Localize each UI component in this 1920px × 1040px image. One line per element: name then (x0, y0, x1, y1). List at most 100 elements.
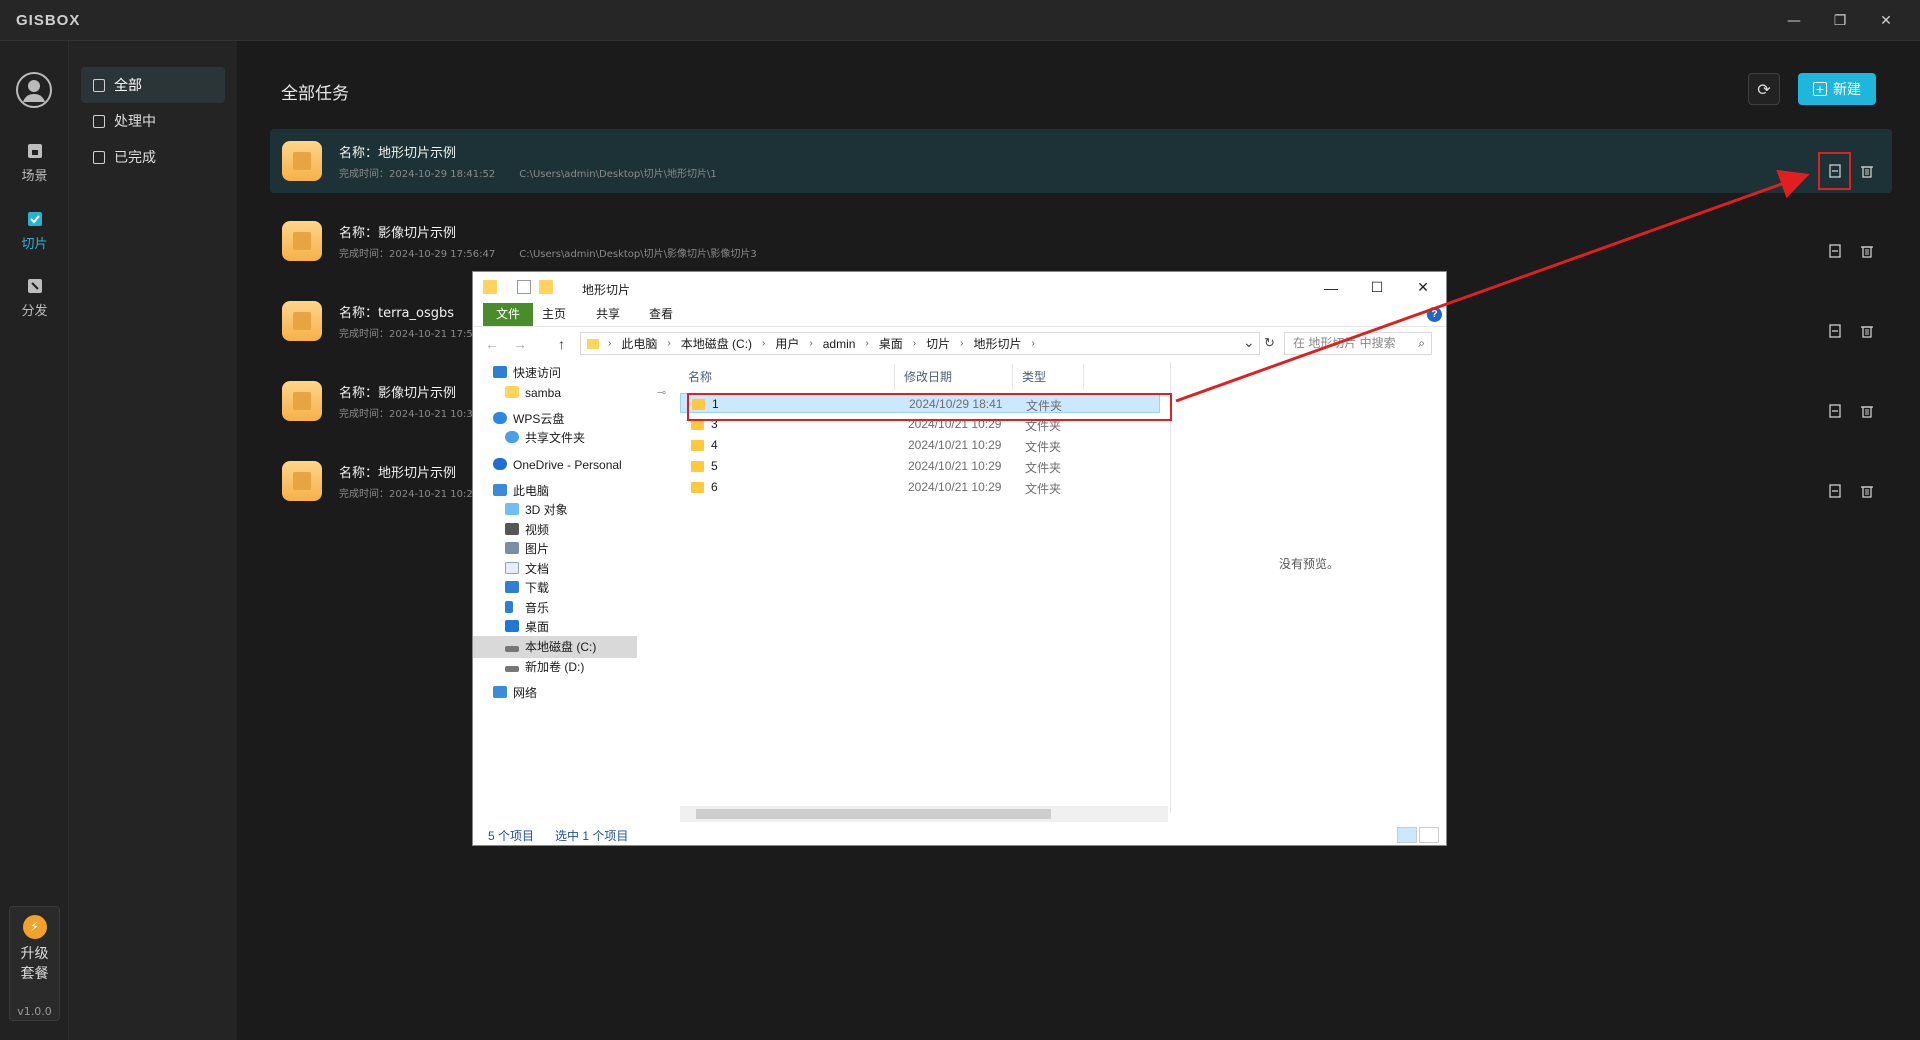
breadcrumb-item[interactable]: 地形切片 (973, 335, 1021, 352)
details-view-icon[interactable] (1397, 827, 1417, 843)
explorer-close-button[interactable]: ✕ (1400, 272, 1446, 303)
rail-label: 场景 (21, 169, 48, 184)
file-row[interactable]: 4 2024/10/21 10:29 文件夹 (680, 435, 1160, 455)
refresh-icon[interactable]: ↻ (1264, 335, 1275, 351)
column-header-name[interactable]: 名称 (680, 364, 895, 390)
file-check-icon (93, 150, 105, 164)
tab-home[interactable]: 主页 (532, 303, 576, 326)
model-thumb-icon (282, 301, 322, 341)
icon-rail: 场景 切片 分发 ⚡ 升级 套餐 v1.0.0 (0, 41, 69, 1040)
properties-icon[interactable] (517, 280, 531, 294)
delete-icon[interactable] (1859, 483, 1875, 499)
task-name: 名称：影像切片示例 (339, 386, 457, 401)
onedrive-icon (493, 458, 507, 470)
refresh-button[interactable]: ⟳ (1748, 73, 1780, 105)
nav-local-disk-c[interactable]: 本地磁盘 (C:) (473, 636, 637, 658)
video-icon (505, 523, 519, 535)
rail-item-distribute[interactable]: 分发 (0, 276, 69, 319)
category-nav: 全部 处理中 已完成 (69, 41, 237, 1040)
column-header-type[interactable]: 类型 (1014, 364, 1084, 390)
music-icon (505, 601, 513, 613)
scene-icon (27, 144, 42, 158)
breadcrumb-item[interactable]: 本地磁盘 (C:) (681, 335, 752, 352)
computer-icon (493, 484, 507, 496)
rail-item-scene[interactable]: 场景 (0, 141, 69, 184)
imagery-thumb-icon (282, 221, 322, 261)
breadcrumb-item[interactable]: 切片 (926, 335, 950, 352)
up-icon[interactable]: ↑ (558, 336, 565, 352)
file-icon (93, 114, 105, 128)
file-row[interactable]: 5 2024/10/21 10:29 文件夹 (680, 456, 1160, 476)
open-folder-icon[interactable] (1827, 483, 1843, 499)
chevron-right-icon: › (1031, 338, 1035, 349)
restore-button[interactable]: ❐ (1817, 0, 1863, 41)
tab-share[interactable]: 共享 (586, 303, 630, 326)
open-folder-icon[interactable] (1827, 323, 1843, 339)
status-item-count: 5 个项目 (488, 829, 535, 843)
open-folder-icon[interactable] (1827, 243, 1843, 259)
search-placeholder: 在 地形切片 中搜索 (1293, 336, 1396, 350)
task-path: C:\Users\admin\Desktop\切片\影像切片\影像切片3 (519, 249, 757, 260)
breadcrumb-item[interactable]: admin (823, 337, 856, 351)
annotation-highlight-box (687, 393, 1172, 421)
upgrade-plan-button[interactable]: ⚡ 升级 套餐 (9, 906, 60, 1021)
forward-icon[interactable]: → (513, 336, 527, 352)
nav-onedrive[interactable]: OneDrive - Personal (493, 454, 622, 476)
breadcrumb-item[interactable]: 此电脑 (621, 335, 657, 352)
tab-view[interactable]: 查看 (639, 303, 683, 326)
nav-downloads[interactable]: 下载 (505, 577, 549, 599)
avatar[interactable] (16, 72, 52, 108)
close-button[interactable]: ✕ (1863, 0, 1909, 41)
delete-icon[interactable] (1859, 403, 1875, 419)
category-processing[interactable]: 处理中 (81, 103, 225, 139)
delete-icon[interactable] (1859, 323, 1875, 339)
task-name: 名称：地形切片示例 (339, 146, 457, 161)
task-row[interactable]: 名称：地形切片示例 完成时间：2024-10-29 18:41:52 C:\Use… (270, 129, 1892, 193)
nav-new-volume-d[interactable]: 新加卷 (D:) (505, 656, 584, 678)
explorer-minimize-button[interactable]: — (1308, 272, 1354, 303)
large-icons-view-icon[interactable] (1419, 827, 1439, 843)
tab-file[interactable]: 文件 (483, 303, 534, 326)
open-folder-icon[interactable] (1827, 403, 1843, 419)
column-header-date[interactable]: 修改日期 (896, 364, 1013, 390)
breadcrumb-item[interactable]: 用户 (775, 335, 799, 352)
search-input[interactable]: 在 地形切片 中搜索 ⌕ (1284, 332, 1432, 355)
nav-pictures[interactable]: 图片 (505, 538, 549, 560)
task-name: 名称：terra_osgbs (339, 306, 455, 321)
nav-network[interactable]: 网络 (493, 682, 537, 704)
task-row[interactable]: 名称：影像切片示例 完成时间：2024-10-29 17:56:47 C:\Use… (270, 209, 1892, 273)
new-button-label: 新建 (1833, 82, 1861, 98)
help-icon[interactable]: ? (1427, 307, 1442, 322)
breadcrumb[interactable]: › 此电脑 › 本地磁盘 (C:) › 用户 › admin › 桌面 › 切片… (580, 332, 1260, 355)
task-name: 名称：地形切片示例 (339, 466, 457, 481)
delete-icon[interactable] (1859, 243, 1875, 259)
rail-item-tile[interactable]: 切片 (0, 209, 69, 252)
horizontal-scrollbar[interactable] (680, 806, 1168, 822)
breadcrumb-item[interactable]: 桌面 (879, 335, 903, 352)
delete-icon[interactable] (1859, 163, 1875, 179)
scrollbar-thumb[interactable] (696, 809, 1051, 819)
status-selected-count: 选中 1 个项目 (555, 829, 629, 843)
nav-3d-objects[interactable]: 3D 对象 (505, 499, 568, 521)
file-row[interactable]: 6 2024/10/21 10:29 文件夹 (680, 477, 1160, 497)
download-icon (505, 581, 519, 593)
file-explorer-window: 地形切片 — ☐ ✕ 文件 主页 共享 查看 ? ← → ↑ › 此电脑 › 本… (473, 272, 1446, 845)
upgrade-label-2: 套餐 (20, 966, 49, 982)
nav-quick-access[interactable]: 快速访问 (493, 362, 561, 384)
new-folder-icon[interactable] (539, 280, 553, 294)
app-titlebar: GISBOX — ❐ ✕ (0, 0, 1920, 41)
nav-desktop[interactable]: 桌面 (505, 616, 549, 638)
folder-icon (587, 338, 599, 349)
nav-samba[interactable]: samba ⊸ (505, 382, 666, 404)
nav-shared-folder[interactable]: 共享文件夹 (505, 427, 585, 449)
category-completed[interactable]: 已完成 (81, 139, 225, 175)
plus-icon: + (1813, 82, 1827, 96)
new-task-button[interactable]: + 新建 (1798, 73, 1876, 105)
minimize-button[interactable]: — (1771, 0, 1817, 41)
back-icon[interactable]: ← (485, 336, 499, 352)
page-title: 全部任务 (281, 84, 349, 104)
explorer-maximize-button[interactable]: ☐ (1354, 272, 1400, 303)
category-all[interactable]: 全部 (81, 67, 225, 103)
task-time: 完成时间：2024-10-29 18:41:52 (339, 169, 496, 180)
address-dropdown-icon[interactable]: ⌄ (1243, 334, 1255, 351)
